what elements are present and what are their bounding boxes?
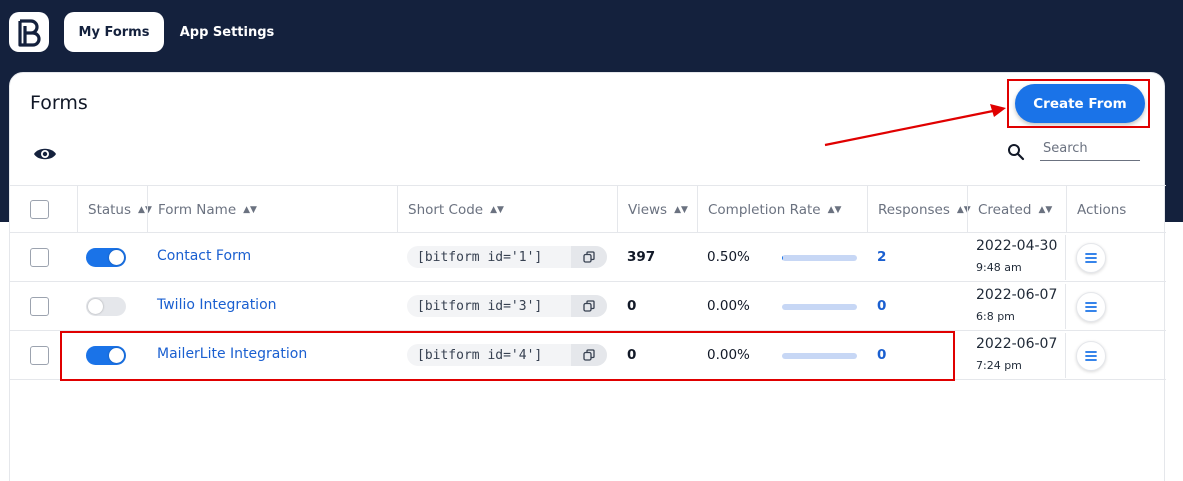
row-checkbox[interactable] (30, 248, 49, 267)
annotation-highlight-create-button (1007, 79, 1150, 128)
shortcode-field: [bitform id='1'] (407, 246, 607, 268)
column-created[interactable]: Created ▲▼ (967, 186, 1066, 233)
tab-app-settings[interactable]: App Settings (172, 12, 282, 52)
row-actions-button[interactable] (1076, 243, 1106, 273)
copy-button[interactable] (571, 295, 607, 317)
created-time: 6:8 pm (976, 310, 1015, 323)
column-actions-label: Actions (1077, 201, 1127, 218)
copy-icon (583, 300, 595, 312)
row-actions-button[interactable] (1076, 292, 1106, 322)
views-count: 0 (627, 298, 637, 314)
responses-link[interactable]: 2 (877, 249, 886, 265)
column-responses[interactable]: Responses ▲▼ (867, 186, 971, 233)
divider (1065, 333, 1066, 378)
column-form-name-label: Form Name (158, 201, 237, 218)
menu-icon (1085, 253, 1097, 263)
divider (1065, 284, 1066, 329)
table-row[interactable]: Twilio Integration [bitform id='3'] 0 0.… (10, 282, 1166, 331)
eye-icon[interactable] (33, 146, 57, 162)
column-responses-label: Responses (878, 201, 950, 218)
created-time: 7:24 pm (976, 359, 1022, 372)
form-name-link[interactable]: Contact Form (157, 248, 251, 264)
divider (1065, 235, 1066, 280)
form-name-link[interactable]: Twilio Integration (157, 297, 277, 313)
row-checkbox[interactable] (30, 297, 49, 316)
search-icon[interactable] (1007, 143, 1025, 161)
sort-icon: ▲▼ (243, 204, 257, 215)
menu-icon (1085, 302, 1097, 312)
responses-link[interactable]: 0 (877, 298, 886, 314)
annotation-highlight-row (60, 331, 955, 381)
created-date: 2022-06-07 (976, 287, 1058, 303)
menu-icon (1085, 351, 1097, 361)
column-created-label: Created (978, 201, 1032, 218)
created-time: 9:48 am (976, 261, 1022, 274)
column-short-code-label: Short Code (408, 201, 484, 218)
column-views-label: Views (628, 201, 668, 218)
completion-progress-bar (782, 255, 857, 261)
column-short-code[interactable]: Short Code ▲▼ (397, 186, 617, 233)
table-row[interactable]: Contact Form [bitform id='1'] 397 0.50% … (10, 233, 1166, 282)
status-toggle[interactable] (86, 297, 126, 316)
column-form-name[interactable]: Form Name ▲▼ (147, 186, 397, 233)
sort-icon: ▲▼ (1038, 204, 1053, 215)
row-actions-button[interactable] (1076, 341, 1106, 371)
shortcode-text: [bitform id='3'] (417, 298, 543, 314)
row-checkbox[interactable] (30, 346, 49, 365)
table-header: Status ▲▼ Form Name ▲▼ Short Code ▲▼ Views ▲… (10, 185, 1166, 233)
toggle-knob (88, 299, 103, 314)
column-completion-rate-label: Completion Rate (708, 201, 821, 218)
shortcode-text: [bitform id='1'] (417, 249, 543, 265)
status-toggle[interactable] (86, 248, 126, 267)
views-count: 397 (627, 249, 656, 265)
copy-button[interactable] (571, 246, 607, 268)
page-title: Forms (30, 92, 88, 114)
select-all-checkbox[interactable] (30, 200, 49, 219)
column-status-label: Status (88, 201, 132, 218)
column-status[interactable]: Status ▲▼ (77, 186, 152, 233)
created-date: 2022-06-07 (976, 336, 1058, 352)
column-actions: Actions (1066, 186, 1166, 233)
column-completion-rate[interactable]: Completion Rate ▲▼ (697, 186, 867, 233)
copy-icon (583, 251, 595, 263)
app-logo[interactable] (9, 12, 49, 52)
shortcode-field: [bitform id='3'] (407, 295, 607, 317)
search-input[interactable] (1040, 137, 1140, 161)
forms-card: Forms Create From Status▲▼ Form Name▲▼ S… (9, 72, 1166, 481)
completion-progress-bar (782, 304, 857, 310)
completion-rate: 0.50% (707, 249, 750, 265)
tab-my-forms[interactable]: My Forms (64, 12, 164, 52)
bitform-logo-icon (18, 19, 41, 47)
completion-rate: 0.00% (707, 298, 750, 314)
sort-icon: ▲▼ (827, 204, 842, 215)
created-date: 2022-04-30 (976, 238, 1058, 254)
toggle-knob (109, 250, 124, 265)
sort-icon: ▲▼ (490, 204, 504, 215)
sort-icon: ▲▼ (674, 204, 688, 215)
column-views[interactable]: Views ▲▼ (617, 186, 697, 233)
